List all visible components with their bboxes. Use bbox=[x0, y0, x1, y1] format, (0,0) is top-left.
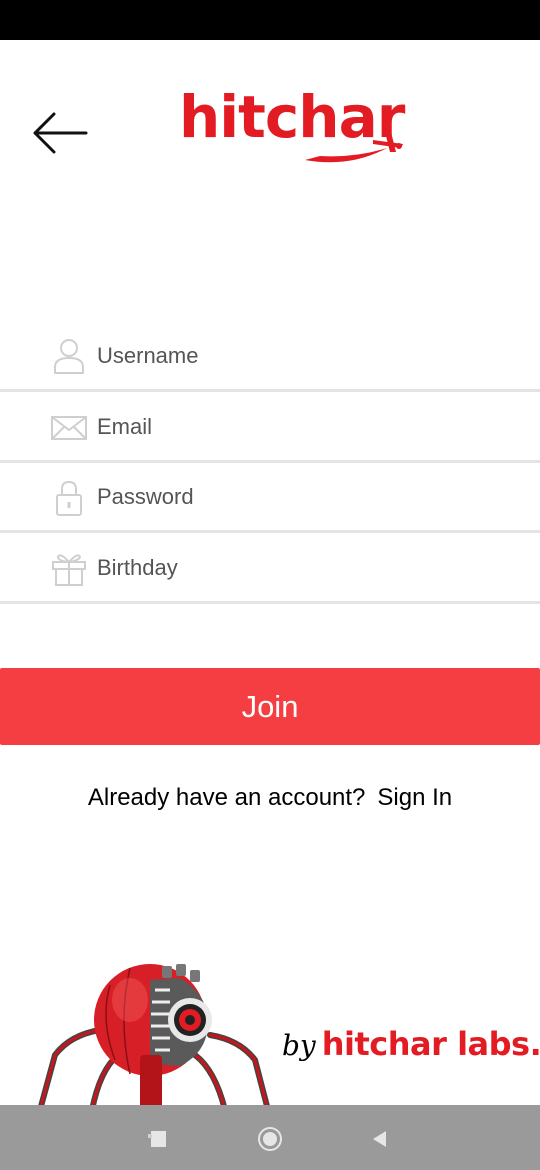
birthday-field-row bbox=[0, 534, 540, 604]
footer-labs-name: hitchar labs. bbox=[321, 1025, 540, 1063]
divider bbox=[0, 389, 540, 392]
recent-apps-button[interactable] bbox=[143, 1125, 171, 1153]
password-field-row bbox=[0, 463, 540, 533]
footer-by: by bbox=[282, 1029, 316, 1062]
email-field-row bbox=[0, 393, 540, 463]
envelope-icon bbox=[50, 407, 88, 447]
back-arrow-icon bbox=[33, 112, 88, 154]
back-arrow-button[interactable] bbox=[30, 110, 90, 156]
username-input[interactable] bbox=[97, 336, 517, 376]
username-field-row bbox=[0, 322, 540, 392]
app-logo: hitchar bbox=[175, 80, 415, 175]
status-bar bbox=[0, 0, 540, 40]
join-button[interactable]: Join bbox=[0, 668, 540, 745]
lock-icon bbox=[50, 477, 88, 517]
triangle-back-icon bbox=[373, 1131, 386, 1147]
divider bbox=[0, 601, 540, 604]
email-input[interactable] bbox=[97, 407, 517, 447]
square-icon bbox=[148, 1131, 166, 1147]
signin-row: Already have an account? Sign In bbox=[0, 784, 540, 812]
password-input[interactable] bbox=[97, 477, 517, 517]
divider bbox=[0, 530, 540, 533]
signin-prompt: Already have an account? bbox=[87, 784, 366, 811]
gift-icon bbox=[50, 548, 88, 588]
sign-in-link[interactable]: Sign In bbox=[377, 784, 452, 811]
user-icon bbox=[50, 336, 88, 376]
logo-airplane-icon bbox=[305, 132, 403, 163]
birthday-input[interactable] bbox=[97, 548, 517, 588]
circle-icon bbox=[258, 1127, 282, 1151]
footer-brand: by hitchar labs. bbox=[282, 1025, 540, 1075]
android-nav-bar bbox=[0, 1105, 540, 1170]
home-button[interactable] bbox=[256, 1125, 284, 1153]
back-button[interactable] bbox=[367, 1125, 395, 1153]
